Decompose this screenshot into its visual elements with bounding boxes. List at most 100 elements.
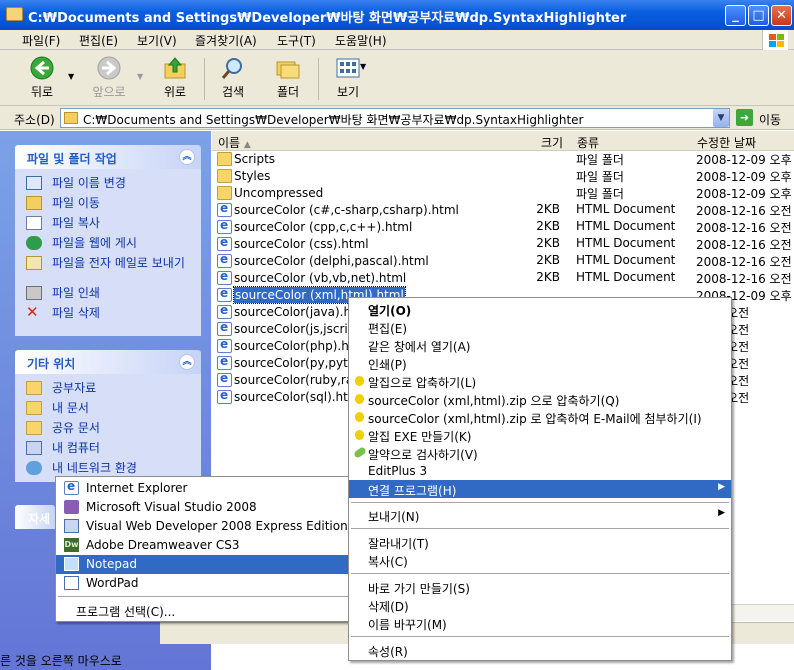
open-with-notepad[interactable]: Notepad bbox=[56, 555, 351, 574]
move-icon bbox=[26, 196, 42, 210]
file-date: 2008-12-09 오후 bbox=[696, 153, 792, 167]
copy-icon bbox=[26, 216, 42, 230]
go-button[interactable]: 이동 bbox=[759, 111, 781, 128]
file-row[interactable]: Scripts 파일 폴더 2008-12-09 오후 bbox=[212, 151, 794, 168]
open-with-ie[interactable]: Internet Explorer bbox=[56, 479, 351, 498]
view-label: 보기 bbox=[336, 85, 360, 99]
folder-icon bbox=[64, 112, 78, 124]
pill-icon bbox=[353, 446, 367, 459]
file-row[interactable]: sourceColor (c#,c-sharp,csharp).html 2KB H… bbox=[212, 201, 794, 219]
file-row[interactable]: sourceColor (delphi,pascal).html 2KB HTML … bbox=[212, 252, 794, 270]
open-with-visual-studio[interactable]: Microsoft Visual Studio 2008 bbox=[56, 498, 351, 517]
column-type[interactable]: 종류 bbox=[577, 134, 599, 151]
menu-send-to[interactable]: 보내기(N) ▶ bbox=[349, 506, 731, 524]
choose-program[interactable]: 프로그램 선택(C)... bbox=[56, 601, 351, 620]
menu-properties[interactable]: 속성(R) bbox=[349, 641, 731, 659]
folders-button[interactable]: 폴더 bbox=[273, 56, 303, 100]
go-arrow-icon[interactable]: ➜ bbox=[736, 109, 753, 126]
details-header[interactable]: 자세 bbox=[15, 505, 55, 529]
column-name[interactable]: 이름 ▲ bbox=[218, 134, 251, 151]
menu-zip-email[interactable]: sourceColor (xml,html).zip 로 압축하여 E-Mail… bbox=[349, 408, 731, 426]
file-name: sourceColor (vb,vb,net).html bbox=[234, 271, 407, 285]
open-with-wordpad[interactable]: WordPad bbox=[56, 574, 351, 593]
html-file-icon bbox=[217, 337, 232, 353]
maximize-button[interactable]: □ bbox=[748, 5, 769, 26]
file-row[interactable]: Styles 파일 폴더 2008-12-09 오후 bbox=[212, 168, 794, 185]
file-row[interactable]: Uncompressed 파일 폴더 2008-12-09 오후 bbox=[212, 185, 794, 202]
sort-arrow-icon: ▲ bbox=[243, 140, 251, 150]
forward-dropdown-icon[interactable]: ▼ bbox=[137, 72, 143, 81]
menu-cut[interactable]: 잘라내기(T) bbox=[349, 533, 731, 551]
dreamweaver-icon: Dw bbox=[64, 538, 79, 552]
menu-zip-as[interactable]: sourceColor (xml,html).zip 으로 압축하기(Q) bbox=[349, 390, 731, 408]
title-bar[interactable]: C:₩Documents and Settings₩Developer₩바탕 화… bbox=[0, 0, 794, 30]
close-button[interactable]: ✕ bbox=[771, 5, 792, 26]
menu-editplus[interactable]: EditPlus 3 bbox=[349, 462, 731, 480]
file-row[interactable]: sourceColor (vb,vb,net).html 2KB HTML Docu… bbox=[212, 269, 794, 287]
notepad-icon bbox=[64, 557, 79, 571]
address-dropdown-button[interactable]: ▼ bbox=[713, 109, 729, 127]
menu-open[interactable]: 열기(O) bbox=[349, 300, 731, 318]
view-dropdown-icon[interactable]: ▼ bbox=[360, 62, 366, 71]
up-button[interactable]: 위로 bbox=[160, 56, 190, 100]
file-type: 파일 폴더 bbox=[576, 170, 624, 184]
collapse-icon[interactable]: ︽ bbox=[179, 354, 195, 370]
menu-copy[interactable]: 복사(C) bbox=[349, 551, 731, 569]
menu-tools[interactable]: 도구(T) bbox=[277, 32, 316, 49]
visual-studio-icon bbox=[64, 500, 79, 514]
address-input[interactable]: C:₩Documents and Settings₩Developer₩바탕 화… bbox=[60, 108, 730, 128]
menu-create-shortcut[interactable]: 바로 가기 만들기(S) bbox=[349, 578, 731, 596]
file-row[interactable]: sourceColor (css).html 2KB HTML Document 20… bbox=[212, 235, 794, 253]
file-date: 2008-12-16 오전 bbox=[696, 221, 792, 235]
menu-rename[interactable]: 이름 바꾸기(M) bbox=[349, 614, 731, 632]
file-name: sourceColor(sql).htr bbox=[234, 390, 353, 404]
context-menu: 열기(O) 편집(E) 같은 창에서 열기(A) 인쇄(P) 알집으로 압축하기… bbox=[348, 297, 732, 661]
html-file-icon bbox=[217, 388, 232, 404]
minimize-button[interactable]: _ bbox=[725, 5, 746, 26]
open-with-dreamweaver[interactable]: Dw Adobe Dreamweaver CS3 bbox=[56, 536, 351, 555]
file-date: 2008-12-16 오전 bbox=[696, 238, 792, 252]
alzip-icon bbox=[355, 394, 364, 404]
menu-edit-item[interactable]: 편집(E) bbox=[349, 318, 731, 336]
menu-delete[interactable]: 삭제(D) bbox=[349, 596, 731, 614]
file-name: Uncompressed bbox=[234, 186, 324, 200]
menu-open-with[interactable]: 연결 프로그램(H) ▶ bbox=[349, 480, 731, 498]
internet-explorer-icon bbox=[64, 479, 79, 495]
column-date[interactable]: 수정한 날짜 bbox=[697, 134, 756, 151]
menu-view[interactable]: 보기(V) bbox=[137, 32, 177, 49]
file-tasks-header[interactable]: 파일 및 폴더 작업 ︽ bbox=[15, 145, 201, 169]
menu-edit[interactable]: 편집(E) bbox=[79, 32, 118, 49]
menu-bar bbox=[0, 30, 794, 50]
html-file-icon bbox=[217, 354, 232, 370]
menu-alzip-compress[interactable]: 알집으로 압축하기(L) bbox=[349, 372, 731, 390]
html-file-icon bbox=[217, 269, 232, 285]
back-dropdown-icon[interactable]: ▼ bbox=[68, 72, 74, 81]
menu-print[interactable]: 인쇄(P) bbox=[349, 354, 731, 372]
address-value: C:₩Documents and Settings₩Developer₩바탕 화… bbox=[83, 113, 584, 127]
toolbar-separator bbox=[204, 58, 205, 100]
menu-alzip-exe[interactable]: 알집 EXE 만들기(K) bbox=[349, 426, 731, 444]
forward-button[interactable]: 앞으로 bbox=[88, 56, 130, 100]
file-row[interactable]: sourceColor (cpp,c,c++).html 2KB HTML Docu… bbox=[212, 218, 794, 236]
search-button[interactable]: 검색 bbox=[218, 56, 248, 100]
toolbar-separator bbox=[318, 58, 319, 100]
menu-favorites[interactable]: 즐겨찾기(A) bbox=[195, 32, 257, 49]
other-places-header[interactable]: 기타 위치 ︽ bbox=[15, 350, 201, 374]
menu-alyac-scan[interactable]: 알약으로 검사하기(V) bbox=[349, 444, 731, 462]
open-with-vwd[interactable]: Visual Web Developer 2008 Express Editio… bbox=[56, 517, 351, 536]
web-developer-icon bbox=[64, 519, 79, 533]
printer-icon bbox=[26, 286, 42, 300]
html-file-icon bbox=[217, 303, 232, 319]
view-button[interactable]: 보기 bbox=[333, 56, 363, 100]
menu-open-same-window[interactable]: 같은 창에서 열기(A) bbox=[349, 336, 731, 354]
back-button[interactable]: 뒤로 bbox=[26, 56, 58, 100]
html-file-icon bbox=[217, 218, 232, 234]
window-title: C:₩Documents and Settings₩Developer₩바탕 화… bbox=[28, 11, 627, 26]
view-grid-icon bbox=[336, 58, 360, 78]
menu-help[interactable]: 도움말(H) bbox=[335, 32, 387, 49]
menu-file[interactable]: 파일(F) bbox=[22, 32, 60, 49]
collapse-icon[interactable]: ︽ bbox=[179, 149, 195, 165]
column-size[interactable]: 크기 bbox=[541, 134, 563, 151]
file-date: 2008-12-16 오전 bbox=[696, 255, 792, 269]
delete-x-icon: ✕ bbox=[26, 303, 39, 321]
